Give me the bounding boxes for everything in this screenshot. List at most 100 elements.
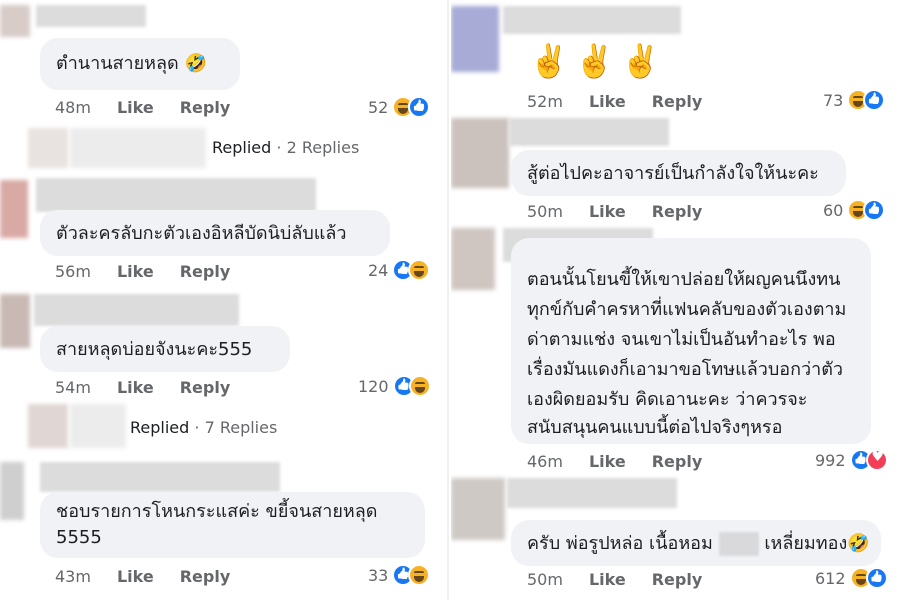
commenter-name-redacted (36, 5, 146, 27)
comment-meta: 50m Like Reply (527, 568, 728, 590)
commenter-avatar[interactable] (451, 118, 509, 188)
reply-avatar[interactable] (28, 128, 68, 168)
left-comments-panel: ตำนานสายหลุด 🤣 48m Like Reply 52 Replied… (0, 0, 449, 600)
reaction-summary[interactable]: 612 (815, 565, 888, 591)
like-button[interactable]: Like (117, 378, 154, 397)
replied-label: Replied (130, 418, 190, 437)
commenter-avatar[interactable] (0, 5, 30, 37)
reaction-count: 24 (368, 260, 389, 280)
replies-count: 2 Replies (286, 138, 360, 157)
reaction-count: 73 (823, 90, 844, 110)
replies-separator: · (189, 418, 205, 437)
reaction-count: 52 (368, 97, 389, 117)
reaction-summary[interactable]: 24 (368, 257, 431, 283)
reply-button[interactable]: Reply (652, 570, 703, 589)
comment-time[interactable]: 56m (55, 262, 91, 281)
comment-bubble: สายหลุดบ่อยจังนะคะ555 (40, 326, 290, 372)
like-reaction-icon (865, 567, 888, 589)
comment-text-line: ด่าตามแช่ง จนเขาไม่เป็นอันทำอะไร พอ (527, 329, 836, 350)
comment-text: สู้ต่อไปคะอาจารย์เป็นกำลังใจให้นะคะ (527, 163, 819, 184)
commenter-name-redacted (34, 294, 239, 326)
comment-time[interactable]: 52m (527, 92, 563, 111)
like-button[interactable]: Like (117, 567, 154, 586)
comment-meta: 52m Like Reply (527, 90, 728, 112)
reaction-count: 33 (368, 565, 389, 585)
right-comments-panel: ✌️✌️✌️ 52m Like Reply 73 สู้ต่อไปคะอาจาร… (451, 0, 900, 600)
love-reaction-icon (865, 449, 888, 471)
comment-time[interactable]: 43m (55, 567, 91, 586)
comment-meta: 56m Like Reply (55, 260, 256, 282)
reply-button[interactable]: Reply (180, 378, 231, 397)
reaction-summary[interactable]: 33 (368, 562, 431, 588)
like-reaction-icon (408, 96, 431, 118)
comment-text-line: ตอนนั้นโยนขี้ให้เขาปล่อยให้ผญคนนึงทน (527, 269, 841, 290)
reaction-summary[interactable]: 52 (368, 94, 431, 120)
comment-time[interactable]: 48m (55, 98, 91, 117)
like-reaction-icon (863, 199, 886, 221)
comment-text: ครับ พ่อรูปหล่อ เนื้อหอม เหลี่ยมทอง🤣 (527, 530, 870, 558)
commenter-avatar[interactable] (451, 6, 499, 72)
comment-bubble: ตอนนั้นโยนขี้ให้เขาปล่อยให้ผญคนนึงทน ทุก… (511, 238, 871, 444)
comment-time[interactable]: 46m (527, 452, 563, 471)
commenter-avatar[interactable] (0, 294, 30, 348)
reply-name-redacted (70, 404, 126, 448)
commenter-avatar[interactable] (451, 228, 495, 290)
replies-link[interactable]: Replied · 7 Replies (130, 418, 277, 437)
comment-bubble: ตัวละครลับกะตัวเองอิหลีบัดนิบ่ลับแล้ว (40, 210, 390, 256)
commenter-name-redacted (503, 6, 681, 34)
haha-reaction-icon (408, 564, 431, 586)
reply-button[interactable]: Reply (180, 98, 231, 117)
emoji-comment: ✌️✌️✌️ (529, 42, 667, 80)
haha-reaction-icon (408, 259, 431, 281)
comment-text-line: สนับสนุนคนแบบนี้ต่อไปจริงๆหรอ (527, 417, 783, 438)
comment-text: ตำนานสายหลุด 🤣 (56, 53, 207, 74)
comment-text-line: ชอบรายการโหนกระแสค่ะ ขยี้จนสายหลุด (56, 501, 378, 522)
comment-text-line: ทุกข์กับคำครหาที่แฟนคลับของตัวเองตาม (527, 299, 847, 320)
comment-bubble: ตำนานสายหลุด 🤣 (40, 38, 240, 90)
reaction-count: 60 (823, 200, 844, 220)
reply-button[interactable]: Reply (180, 567, 231, 586)
commenter-avatar[interactable] (451, 478, 505, 540)
replies-link[interactable]: Replied · 2 Replies (212, 138, 359, 157)
like-button[interactable]: Like (589, 570, 626, 589)
commenter-name-redacted (507, 478, 677, 508)
comment-time[interactable]: 50m (527, 202, 563, 221)
like-button[interactable]: Like (589, 452, 626, 471)
comment-text-part: เหลี่ยมทอง🤣 (758, 533, 870, 554)
haha-reaction-icon (408, 375, 431, 397)
commenter-name-redacted (509, 118, 669, 146)
reaction-summary[interactable]: 992 (815, 447, 888, 473)
comment-time[interactable]: 54m (55, 378, 91, 397)
like-button[interactable]: Like (589, 92, 626, 111)
comment-text: ตัวละครลับกะตัวเองอิหลีบัดนิบ่ลับแล้ว (56, 223, 347, 244)
like-reaction-icon (863, 89, 886, 111)
comment-time[interactable]: 50m (527, 570, 563, 589)
commenter-name-redacted (40, 462, 280, 492)
reaction-count: 612 (815, 568, 846, 588)
replies-count: 7 Replies (204, 418, 278, 437)
comment-bubble: สู้ต่อไปคะอาจารย์เป็นกำลังใจให้นะคะ (511, 150, 846, 196)
reply-button[interactable]: Reply (180, 262, 231, 281)
like-button[interactable]: Like (117, 262, 154, 281)
reply-name-redacted (70, 128, 206, 168)
replies-separator: · (271, 138, 287, 157)
commenter-avatar[interactable] (0, 462, 24, 520)
reply-button[interactable]: Reply (652, 92, 703, 111)
comment-meta: 48m Like Reply (55, 96, 256, 118)
comment-text-part: ครับ พ่อรูปหล่อ เนื้อหอม (527, 533, 719, 554)
like-button[interactable]: Like (589, 202, 626, 221)
reply-avatar[interactable] (28, 404, 68, 448)
reaction-summary[interactable]: 120 (358, 373, 431, 399)
replied-label: Replied (212, 138, 272, 157)
comment-bubble: ชอบรายการโหนกระแสค่ะ ขยี้จนสายหลุด 5555 (40, 492, 425, 558)
like-button[interactable]: Like (117, 98, 154, 117)
reply-button[interactable]: Reply (652, 202, 703, 221)
reaction-count: 992 (815, 450, 846, 470)
reaction-summary[interactable]: 73 (823, 87, 886, 113)
commenter-avatar[interactable] (0, 180, 28, 238)
comment-meta: 50m Like Reply (527, 200, 728, 222)
comment-meta: 43m Like Reply (55, 565, 256, 587)
comment-text-line: เรื่องมันแดงก็เอามาขอโทษแล้วบอกว่าตัว (527, 359, 844, 380)
reply-button[interactable]: Reply (652, 452, 703, 471)
reaction-summary[interactable]: 60 (823, 197, 886, 223)
